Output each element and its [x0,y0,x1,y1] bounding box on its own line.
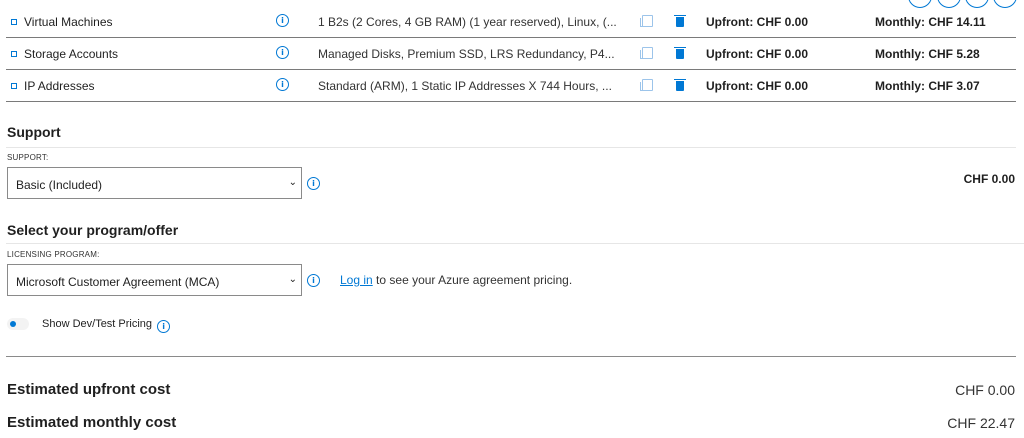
copy-icon[interactable] [640,79,653,91]
trash-icon[interactable] [674,79,687,91]
upfront-cost: Upfront: CHF 0.00 [706,15,808,29]
service-description: Managed Disks, Premium SSD, LRS Redundan… [318,47,615,61]
login-hint: Log in to see your Azure agreement prici… [340,273,572,287]
upfront-cost: Upfront: CHF 0.00 [706,79,808,93]
upfront-cost: Upfront: CHF 0.00 [706,47,808,61]
copy-icon[interactable] [640,15,653,27]
info-icon[interactable]: i [276,46,289,59]
service-description: 1 B2s (2 Cores, 4 GB RAM) (1 year reserv… [318,15,617,29]
chevron-down-icon: ⌄ [288,274,297,285]
support-title: Support [7,124,61,140]
chevron-down-icon: ⌄ [288,177,297,188]
trash-icon[interactable] [674,47,687,59]
info-icon[interactable]: i [307,274,320,287]
service-description: Standard (ARM), 1 Static IP Addresses X … [318,79,612,93]
licensing-selected-value: Microsoft Customer Agreement (MCA) [16,275,220,289]
info-icon[interactable]: i [157,320,171,333]
monthly-cost: Monthly: CHF 5.28 [875,47,980,61]
info-icon[interactable]: i [276,78,289,91]
expand-icon[interactable] [11,83,17,89]
estimate-row-ip-addresses: IP Addresses i Standard (ARM), 1 Static … [6,70,1016,102]
expand-icon[interactable] [11,19,17,25]
service-name[interactable]: IP Addresses [24,79,95,93]
toggle-knob [10,321,16,327]
login-link[interactable]: Log in [340,273,373,287]
estimate-row-virtual-machines: Virtual Machines i 1 B2s (2 Cores, 4 GB … [6,6,1016,38]
estimated-upfront-label: Estimated upfront cost [7,381,171,398]
service-name[interactable]: Virtual Machines [24,15,113,29]
licensing-program-label: LICENSING PROGRAM: [7,250,100,259]
copy-icon[interactable] [640,47,653,59]
program-title: Select your program/offer [7,222,179,238]
devtest-label: Show Dev/Test Pricing [42,318,153,330]
devtest-toggle[interactable] [7,318,29,330]
estimate-row-storage-accounts: Storage Accounts i Managed Disks, Premiu… [6,38,1016,70]
trash-icon[interactable] [674,15,687,27]
support-price: CHF 0.00 [963,172,1015,186]
info-icon[interactable]: i [307,177,320,190]
program-divider [6,243,1024,244]
estimated-upfront-value: CHF 0.00 [955,382,1015,398]
service-name[interactable]: Storage Accounts [24,47,118,61]
login-hint-text: to see your Azure agreement pricing. [376,273,573,287]
estimated-monthly-value: CHF 22.47 [947,415,1015,431]
licensing-program-select[interactable]: Microsoft Customer Agreement (MCA) ⌄ [7,264,302,296]
devtest-label-wrap: Show Dev/Test Pricing i [42,318,171,333]
expand-icon[interactable] [11,51,17,57]
monthly-cost: Monthly: CHF 14.11 [875,15,986,29]
info-icon[interactable]: i [276,14,289,27]
monthly-cost: Monthly: CHF 3.07 [875,79,980,93]
estimated-monthly-label: Estimated monthly cost [7,414,177,431]
support-label: SUPPORT: [7,153,49,162]
summary-divider [6,356,1016,357]
support-divider [6,147,1016,148]
support-select[interactable]: Basic (Included) ⌄ [7,167,302,199]
support-selected-value: Basic (Included) [16,178,103,192]
